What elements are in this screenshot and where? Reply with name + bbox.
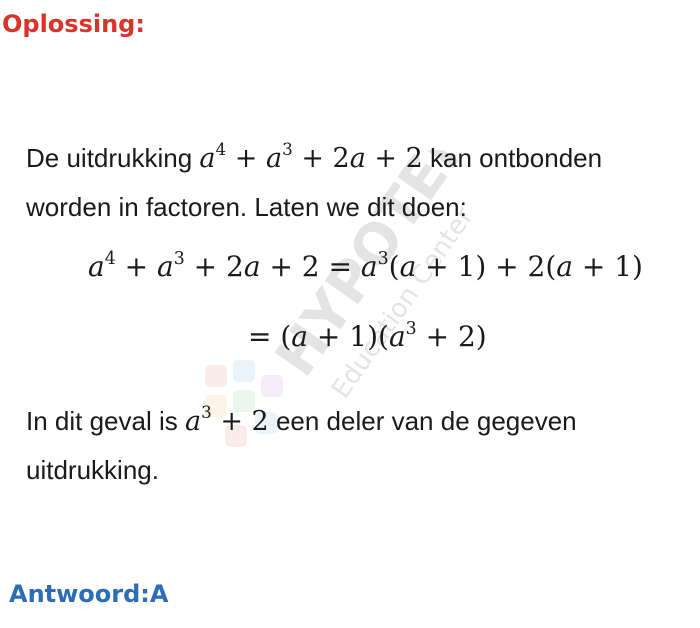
watermark-sub: Education Center [326, 202, 480, 404]
equation-line-1: a4 + a3 + 2a + 2 = a3(a + 1) + 2(a + 1) [88, 248, 643, 283]
intro-paragraph: De uitdrukking a4 + a3 + 2a + 2 kan ontb… [26, 127, 676, 231]
divisor-inline: a3 + 2 [184, 401, 269, 438]
answer-label: Antwoord:A [9, 580, 169, 608]
solution-heading: Oplossing: [2, 10, 145, 38]
expression-inline: a4 + a3 + 2a + 2 [199, 138, 423, 175]
conclusion-paragraph: In dit geval is a3 + 2 een deler van de … [26, 390, 676, 494]
equation-line-2: = (a + 1)(a3 + 2) [248, 318, 487, 353]
intro-prefix: De uitdrukking [26, 143, 200, 173]
conclusion-prefix: In dit geval is [26, 406, 185, 436]
